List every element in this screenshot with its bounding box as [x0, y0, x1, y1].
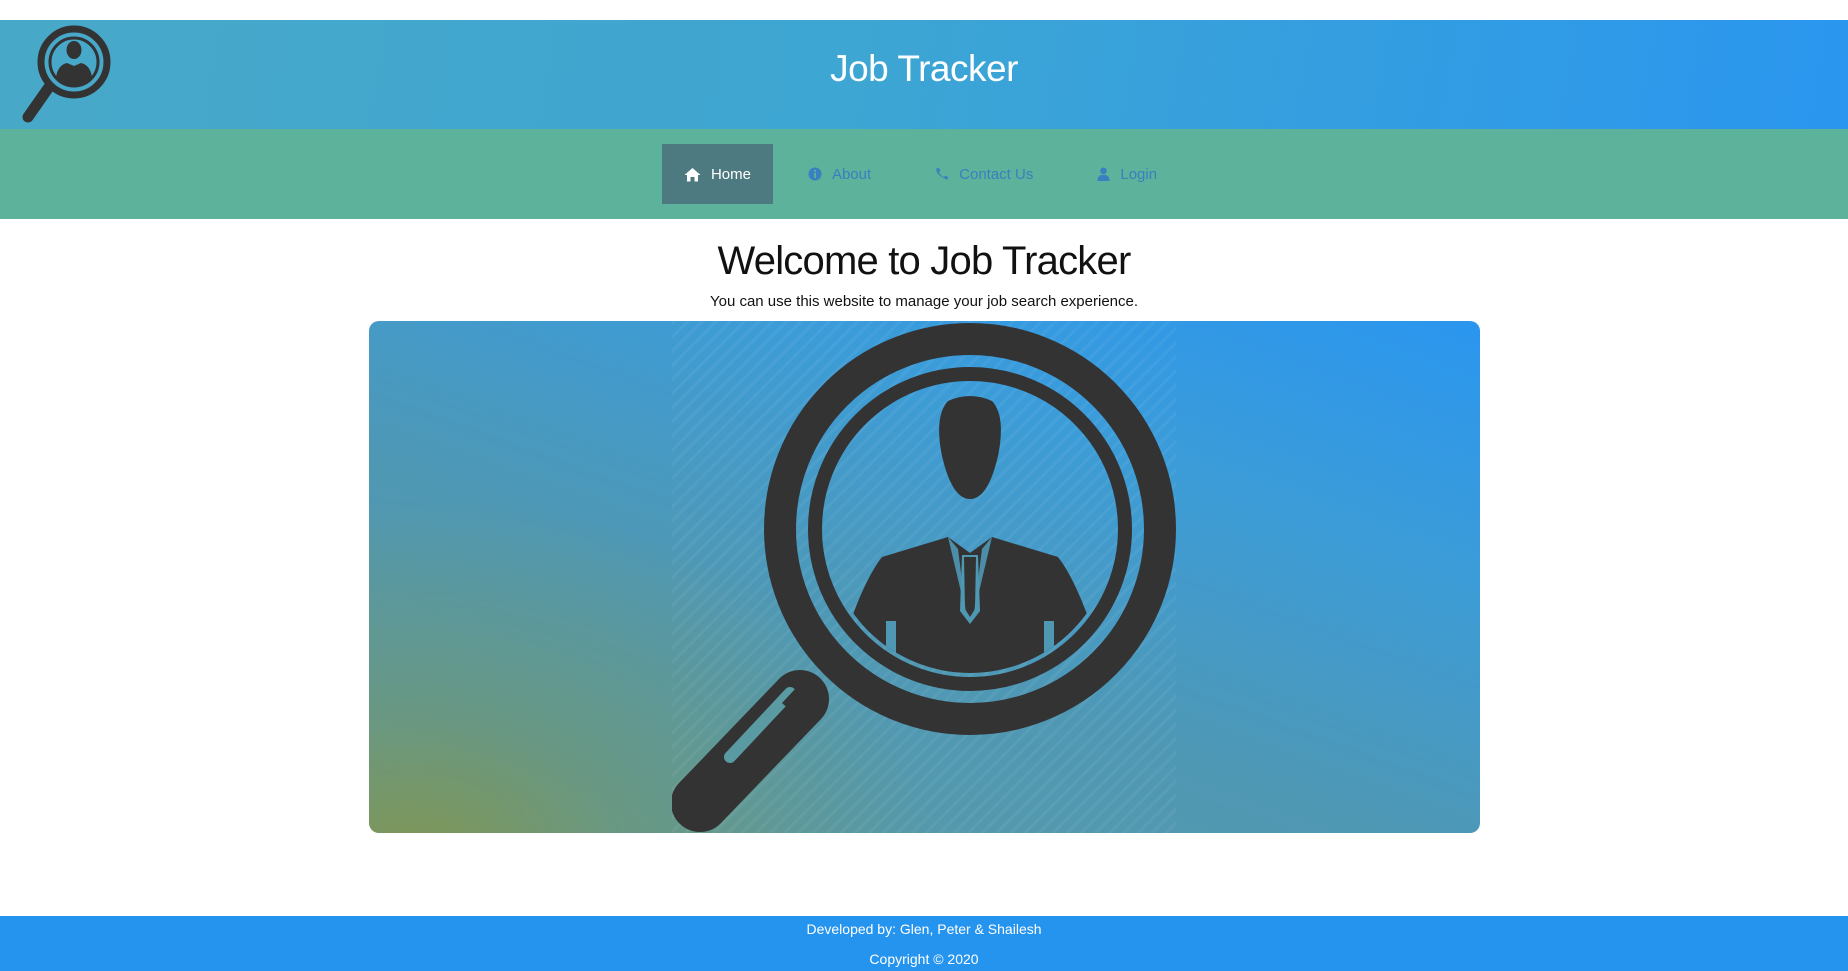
home-icon [684, 167, 701, 182]
nav-item-about[interactable]: About [779, 144, 900, 204]
site-title: Job Tracker [830, 48, 1018, 89]
top-spacer [0, 0, 1848, 20]
nav-item-label: About [831, 165, 872, 183]
copyright-text: Copyright © 2020 [869, 951, 979, 967]
nav-item-label: Contact Us [959, 165, 1034, 183]
nav-item-label: Home [710, 165, 751, 183]
phone-icon [935, 167, 949, 181]
hero-image [368, 321, 1480, 833]
page-subtitle: You can use this website to manage your … [709, 293, 1139, 310]
info-icon [808, 167, 822, 181]
nav-item-contact-us[interactable]: Contact Us [906, 144, 1062, 204]
nav-item-label: Login [1120, 165, 1158, 183]
site-header: Job Tracker [0, 20, 1848, 129]
nav-item-login[interactable]: Login [1068, 144, 1186, 204]
developer-credits: Developed by: Glen, Peter & Shailesh [806, 921, 1042, 937]
page-title: Welcome to Job Tracker [717, 239, 1132, 283]
main-content: Welcome to Job Tracker You can use this … [0, 237, 1848, 833]
user-icon [1097, 167, 1110, 181]
magnifier-person-icon [671, 323, 1176, 832]
main-nav: Home About Contact Us Login [0, 129, 1848, 219]
site-footer: Developed by: Glen, Peter & Shailesh Cop… [0, 916, 1848, 971]
nav-item-home[interactable]: Home [661, 144, 773, 204]
